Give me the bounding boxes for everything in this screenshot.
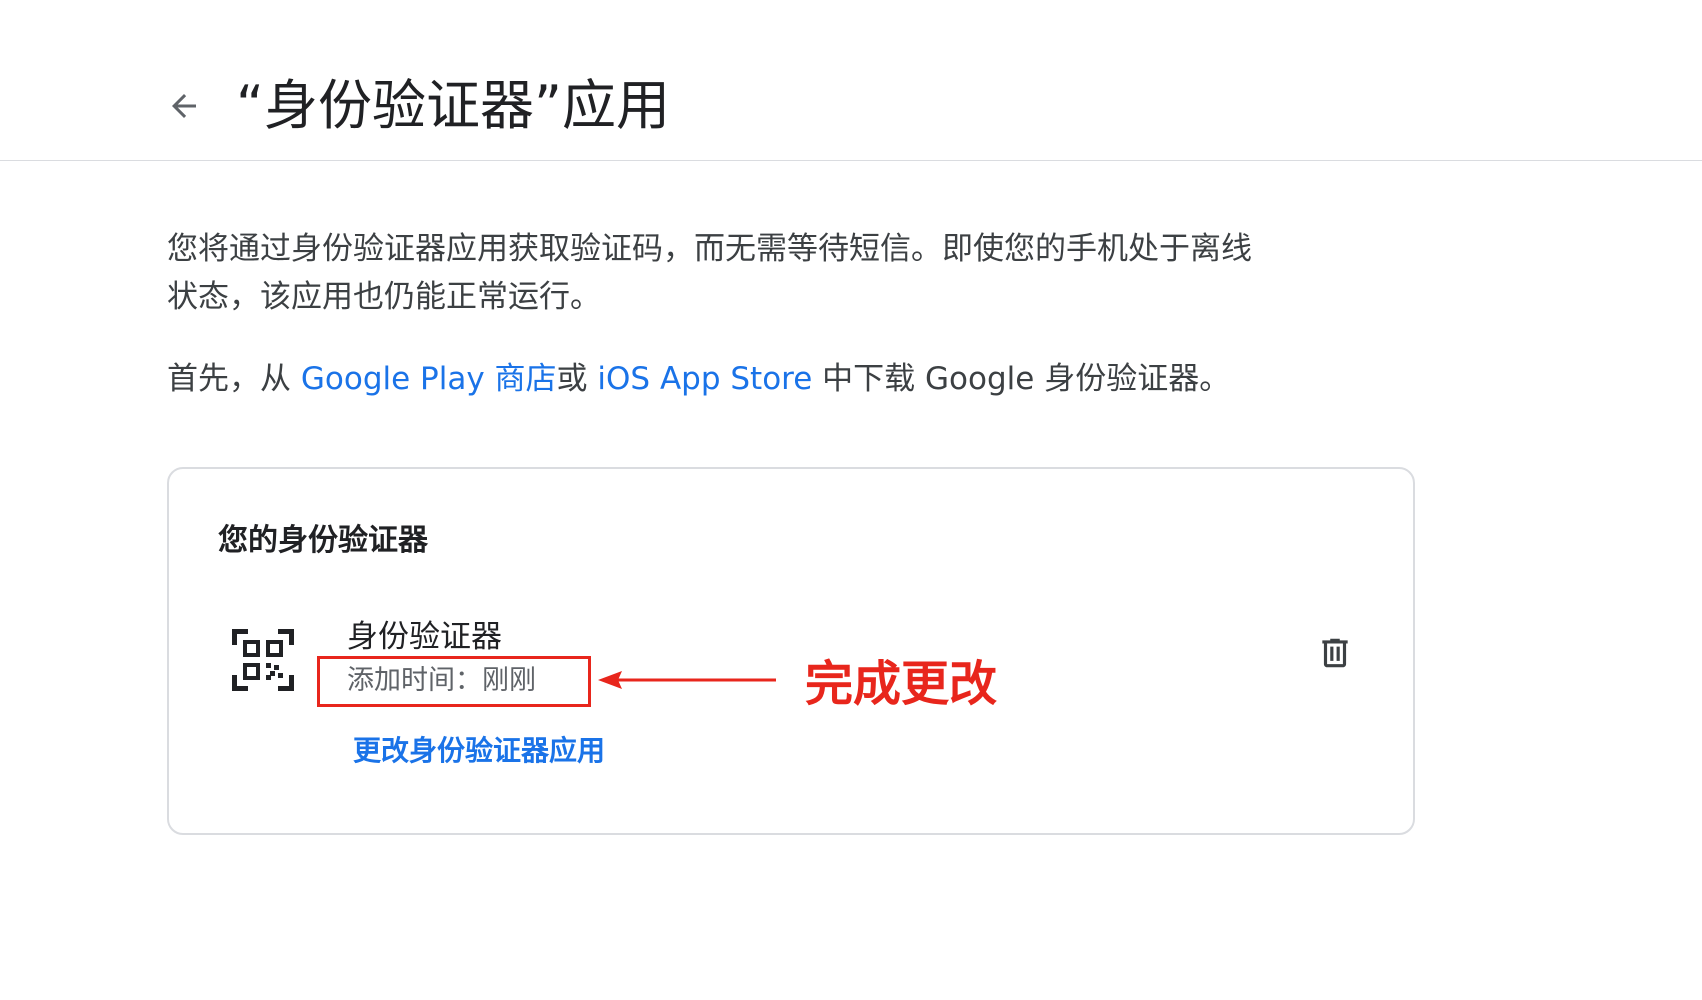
arrow-left-icon [172,94,196,118]
app-store-link[interactable]: iOS App Store [597,361,812,397]
delete-button[interactable] [1309,627,1361,679]
page-title: “身份验证器”应用 [236,74,670,137]
annotation-arrow-icon [598,671,776,689]
page: “身份验证器”应用 您将通过身份验证器应用获取验证码，而无需等待短信。即使您的手… [0,0,1702,1000]
card-title: 您的身份验证器 [218,523,428,558]
page-header: “身份验证器”应用 [0,0,1702,161]
download-suffix: 中下载 Google 身份验证器。 [812,361,1231,397]
change-authenticator-link[interactable]: 更改身份验证器应用 [353,729,605,773]
download-middle: 或 [556,361,598,397]
trash-icon [1322,638,1348,668]
authenticator-name: 身份验证器 [347,619,502,655]
download-prefix: 首先，从 [167,361,301,397]
authenticator-card: 您的身份验证器 身份验证器 添加时间：刚刚 更改身份验证器应用 [167,467,1415,835]
back-button[interactable] [158,80,210,132]
qr-code-icon [232,629,294,691]
google-play-link[interactable]: Google Play 商店 [301,361,557,397]
annotation-highlight-box [317,656,591,707]
download-instructions: 首先，从 Google Play 商店或 iOS App Store 中下载 G… [167,355,1230,403]
annotation-label: 完成更改 [805,656,998,712]
description-text: 您将通过身份验证器应用获取验证码，而无需等待短信。即使您的手机处于离线状态，该应… [167,231,1252,315]
